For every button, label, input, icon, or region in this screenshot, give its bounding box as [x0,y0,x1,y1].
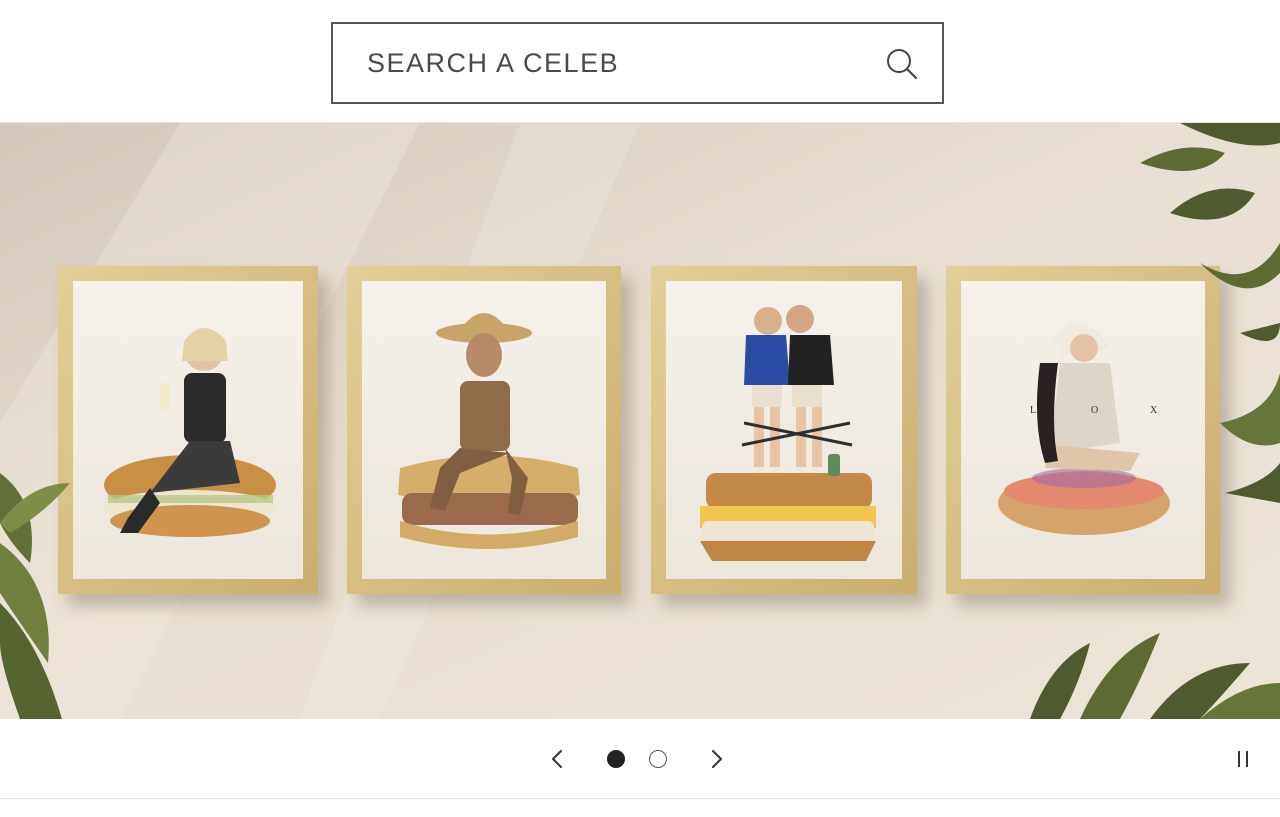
search-box [331,22,944,104]
lox-letter-o: O [1091,405,1098,416]
lox-letter-x: X [1150,405,1158,416]
hero-slide: L O X [0,123,1280,719]
previous-slide-button[interactable] [540,742,574,776]
lox-letter-l: L [1030,405,1036,416]
pause-icon [1238,751,1248,767]
slide-dot-2[interactable] [649,750,667,768]
art-frame-3 [651,266,917,594]
art-frame-2 [347,266,621,594]
search-input[interactable] [367,24,867,102]
slide-dot-1[interactable] [607,750,625,768]
art-frame-4: L O X [946,266,1220,594]
hero-artwork: L O X [0,123,1280,719]
art-frame-1 [58,266,318,594]
chevron-right-icon [712,750,722,768]
search-button[interactable] [884,46,920,82]
search-icon [887,49,918,80]
chevron-left-icon [552,750,562,768]
slideshow-controls [0,719,1280,798]
search-bar-area [0,0,1280,122]
next-slide-button[interactable] [700,742,734,776]
pause-slideshow-button[interactable] [1226,742,1260,776]
footer-divider [0,798,1280,799]
